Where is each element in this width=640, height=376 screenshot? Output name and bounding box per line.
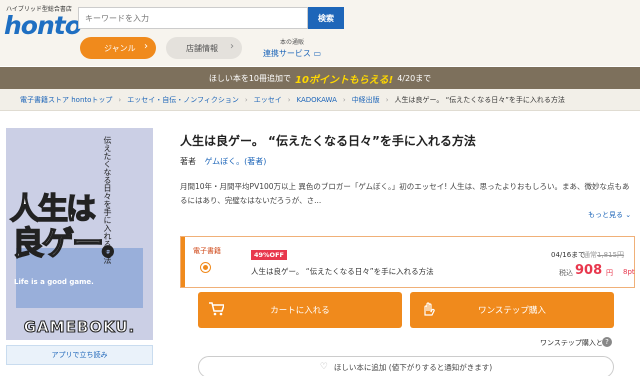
add-to-cart-button[interactable]: カートに入れる [198, 292, 402, 328]
search-button[interactable]: 検索 [308, 7, 344, 29]
genre-button-label: ジャンル [104, 43, 136, 53]
yen-label: 円 [606, 269, 613, 277]
description: 月間10年・月間平均PV100万以上 異色のブロガー「ゲムぼく。」初のエッセイ!… [180, 182, 630, 205]
breadcrumb-item[interactable]: KADOKAWA [297, 96, 337, 104]
author-label: 著者 [180, 157, 196, 166]
onestep-purchase-label: ワンステップ購入 [478, 306, 546, 316]
promo-points: 10ポイントもらえる! [295, 74, 394, 86]
sale-deadline: 04/16まで [551, 251, 586, 259]
add-to-cart-label: カートに入れる [270, 306, 330, 316]
cover-english-title: Life is a good game. [14, 278, 94, 286]
regular-price: 通常1,815円 [583, 251, 625, 259]
discount-badge: 49%OFF [251, 250, 287, 260]
promo-text: ほしい本を10冊追加で [208, 73, 292, 83]
breadcrumb: 電子書籍ストア hontoトップ › エッセイ・自伝・ノンフィクション › エッセイ… [0, 89, 640, 111]
app-preview-button[interactable]: アプリで立ち読み [6, 345, 153, 365]
renkei-sub-label: 本の通販 [279, 39, 304, 46]
search-input[interactable] [78, 7, 308, 29]
ebook-label: 電子書籍 [193, 247, 221, 255]
chevron-right-icon: › [385, 95, 389, 104]
renkei-service-link[interactable]: 本の通販 連携サービス ▭ [262, 37, 322, 59]
store-info-label: 店舗情報 [186, 43, 218, 53]
header: ハイブリッド型総合書店 honto 検索 ジャンル › 店舗情報 › 本の通販 … [0, 0, 640, 66]
breadcrumb-item[interactable]: エッセイ [254, 95, 282, 105]
onestep-help-link[interactable]: ワンステップ購入とは [540, 338, 610, 348]
hand-icon [424, 302, 435, 316]
breadcrumb-item[interactable]: 電子書籍ストア hontoトップ [20, 95, 112, 105]
window-icon: ▭ [313, 49, 322, 58]
sale-price: 908 [575, 263, 603, 278]
wishlist-button[interactable]: ♡ ほしい本に追加 (値下がりすると通知がきます) [198, 356, 614, 376]
cover-author: GAMEBOKU. [23, 318, 136, 337]
tax-label: 税込 [559, 269, 573, 277]
cover-title-line2: 良ゲー。 [11, 223, 134, 263]
chevron-right-icon: › [342, 95, 346, 104]
breadcrumb-item[interactable]: エッセイ・自伝・ノンフィクション [127, 95, 239, 105]
breadcrumb-item[interactable]: 中経出版 [352, 95, 380, 105]
onestep-purchase-button[interactable]: ワンステップ購入 [410, 292, 614, 328]
question-icon[interactable]: ? [602, 337, 612, 347]
wishlist-label: ほしい本に追加 (値下がりすると通知がきます) [333, 362, 493, 372]
heart-icon: ♡ [319, 362, 328, 372]
ebook-radio[interactable] [200, 262, 211, 273]
book-cover[interactable]: 伝えたくなる日々を手に入れる方法 人生は 良ゲー。 Life is a good… [6, 128, 153, 340]
author-line: 著者 ゲムぼく。(著者) [180, 156, 266, 167]
chevron-right-icon: › [230, 41, 234, 52]
store-info-button[interactable]: 店舗情報 › [166, 37, 242, 59]
points: 8pt [623, 268, 635, 276]
author-link[interactable]: ゲムぼく。(著者) [205, 157, 267, 166]
chevron-down-icon: ⌄ [625, 211, 632, 219]
chevron-right-icon: › [287, 95, 291, 104]
offer-name: 人生は良ゲー。 “伝えたくなる日々”を手に入れる方法 [251, 267, 434, 276]
selected-strip [181, 237, 185, 287]
chevron-right-icon: › [118, 95, 122, 104]
ebook-offer[interactable]: 電子書籍 49%OFF 人生は良ゲー。 “伝えたくなる日々”を手に入れる方法 0… [180, 236, 635, 288]
renkei-main-label: 連携サービス ▭ [262, 49, 322, 58]
breadcrumb-current: 人生は良ゲー。 “伝えたくなる日々”を手に入れる方法 [394, 95, 565, 104]
cart-icon [209, 302, 224, 316]
promo-banner[interactable]: ほしい本を10冊追加で 10ポイントもらえる! 4/20まで [0, 67, 640, 89]
honto-logo[interactable]: honto [4, 11, 82, 40]
promo-date: 4/20まで [397, 73, 432, 83]
chevron-right-icon: › [244, 95, 248, 104]
chevron-right-icon: › [144, 41, 148, 52]
genre-button[interactable]: ジャンル › [80, 37, 156, 59]
page-title: 人生は良ゲー。 “伝えたくなる日々”を手に入れる方法 [180, 134, 476, 148]
more-link[interactable]: もっと見る ⌄ [588, 210, 631, 220]
